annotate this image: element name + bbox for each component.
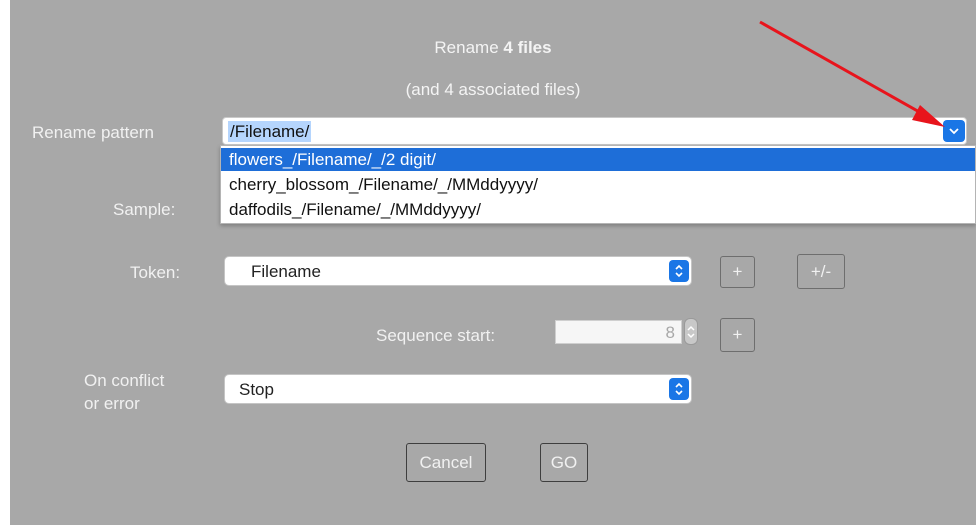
sequence-start-value: 8 — [665, 323, 675, 342]
pattern-dropdown-list: flowers_/Filename/_/2 digit/ cherry_blos… — [220, 145, 976, 224]
sequence-start-label: Sequence start: — [376, 326, 496, 345]
token-popup-stepper — [669, 260, 689, 282]
rename-pattern-label: Rename pattern — [32, 123, 154, 142]
dropdown-option-flowers[interactable]: flowers_/Filename/_/2 digit/ — [221, 148, 975, 171]
rename-pattern-input[interactable]: /Filename/ — [228, 121, 312, 142]
conflict-popup[interactable]: Stop — [224, 374, 692, 404]
rename-pattern-combo[interactable]: /Filename/ — [222, 117, 967, 145]
up-down-chevron-icon — [687, 325, 695, 339]
conflict-label: On conflict or error — [84, 369, 164, 415]
token-add-button[interactable]: + — [720, 256, 755, 288]
conflict-popup-value: Stop — [239, 380, 274, 399]
sample-label: Sample: — [113, 200, 176, 219]
sequence-start-field[interactable]: 8 — [555, 320, 682, 344]
up-down-chevron-icon — [675, 264, 683, 278]
token-popup-value: Filename — [251, 262, 321, 281]
token-label: Token: — [130, 263, 181, 282]
chevron-down-icon — [949, 128, 959, 135]
rename-dialog: Rename 4 files (and 4 associated files) … — [10, 0, 976, 525]
token-add-remove-button[interactable]: +/- — [797, 254, 845, 289]
sequence-start-stepper[interactable] — [684, 318, 698, 345]
dialog-title: Rename 4 files — [10, 38, 976, 58]
go-button[interactable]: GO — [540, 443, 588, 482]
conflict-label-line1: On conflict — [84, 371, 165, 390]
title-count: 4 files — [503, 38, 552, 57]
up-down-chevron-icon — [675, 382, 683, 396]
dropdown-option-daffodils[interactable]: daffodils_/Filename/_/MMddyyyy/ — [221, 198, 975, 221]
conflict-popup-stepper — [669, 378, 689, 400]
dropdown-option-cherry-blossom[interactable]: cherry_blossom_/Filename/_/MMddyyyy/ — [221, 173, 975, 196]
token-popup[interactable]: Filename — [224, 256, 692, 286]
title-prefix: Rename — [434, 38, 499, 57]
conflict-label-line2: or error — [84, 394, 140, 413]
sequence-add-button[interactable]: + — [720, 318, 755, 352]
cancel-button[interactable]: Cancel — [406, 443, 486, 482]
pattern-dropdown-button[interactable] — [943, 120, 965, 142]
dialog-subtitle: (and 4 associated files) — [405, 80, 581, 99]
